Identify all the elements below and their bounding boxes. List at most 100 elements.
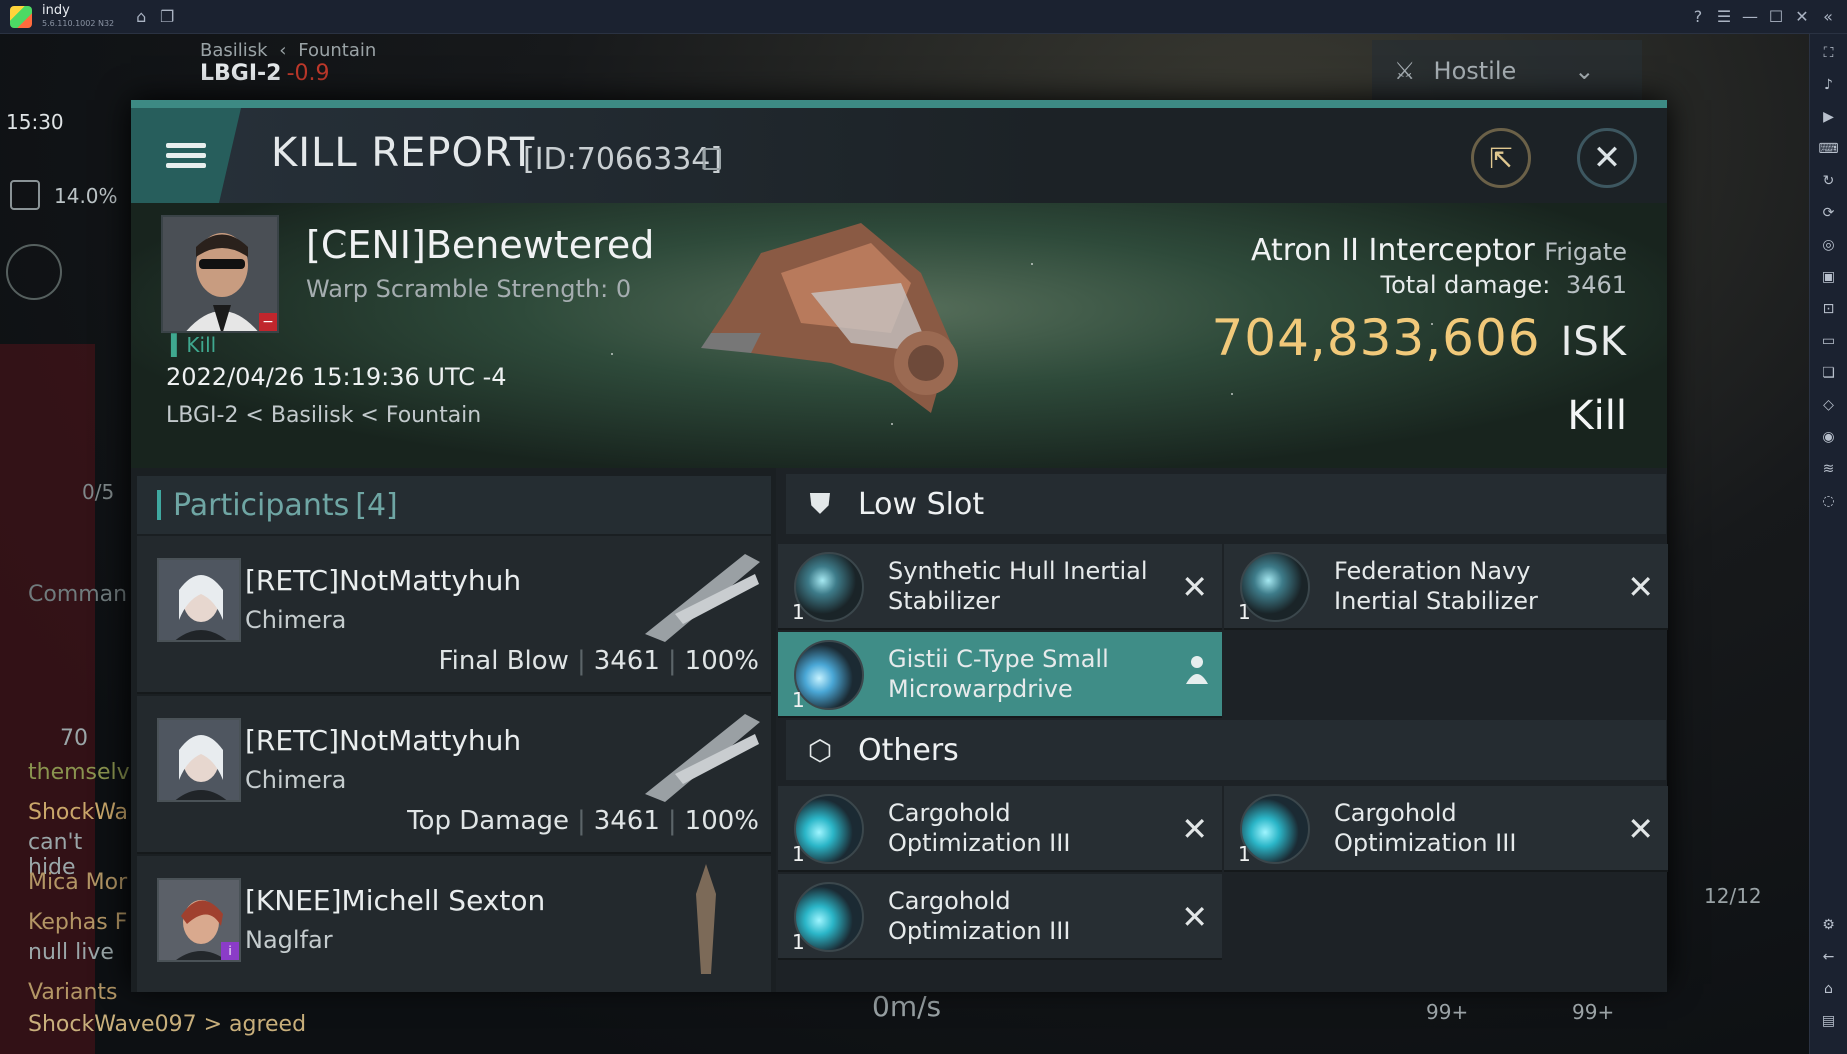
participants-header: Participants [4] [137, 476, 771, 534]
module-item[interactable]: 1 Synthetic Hull Inertial Stabilizer ✕ [778, 544, 1222, 630]
android-home-icon[interactable]: ⌂ [1818, 976, 1840, 1002]
eco-icon[interactable]: ◌ [1818, 488, 1840, 514]
ship-class: Frigate [1544, 238, 1627, 266]
info-badge-icon: i [221, 942, 239, 960]
chat-line: Kephas F [28, 910, 128, 935]
hud-left: 15:30 14.0% 0/5 Comman 70 themselv Shock… [0, 34, 130, 1054]
low-slot-header: ⛊ Low Slot [786, 474, 1666, 534]
module-qty: 1 [1238, 842, 1251, 866]
rotate-icon[interactable]: ⟳ [1818, 200, 1840, 226]
gamepad-icon[interactable]: ◎ [1818, 232, 1840, 258]
help-icon[interactable]: ? [1685, 4, 1711, 30]
maximize-icon[interactable]: ☐ [1763, 4, 1789, 30]
participant-role: Top Damage [407, 806, 569, 836]
cargo-icon[interactable] [10, 180, 40, 210]
participant-ship-image [645, 554, 760, 642]
share-button[interactable]: ⇱ [1471, 128, 1531, 188]
chat-line: 70 [60, 726, 88, 751]
participant-percent: 100% [684, 646, 759, 676]
standing-badge-icon: − [259, 313, 277, 331]
sync-icon[interactable]: ↻ [1818, 168, 1840, 194]
participant-ship: Chimera [245, 766, 347, 794]
menu-button[interactable] [131, 108, 241, 203]
keyboard-icon[interactable]: ⌨ [1818, 136, 1840, 162]
module-name: Cargohold Optimization III [1334, 799, 1517, 857]
multi-window-icon[interactable]: ❐ [154, 4, 180, 30]
eraser-icon[interactable]: ◇ [1818, 392, 1840, 418]
participant-name: [KNEE]Michell Sexton [245, 884, 546, 917]
region-name: Basilisk [200, 40, 268, 61]
participant-row[interactable]: [RETC]NotMattyhuh Chimera Top Damage | 346… [137, 696, 771, 854]
collapse-sidebar-icon[interactable]: « [1815, 4, 1841, 30]
module-item[interactable]: 1 Cargohold Optimization III ✕ [778, 874, 1222, 960]
isk-unit: ISK [1560, 319, 1627, 365]
screenshot-icon[interactable]: ⊡ [1818, 296, 1840, 322]
chat-line: null live [28, 940, 114, 965]
destroyed-icon: ✕ [1627, 568, 1654, 606]
module-item[interactable]: 1 Cargohold Optimization III ✕ [1224, 786, 1668, 872]
ship-type[interactable]: Atron II Interceptor Frigate [1251, 233, 1627, 268]
hamburger-icon [166, 138, 206, 173]
layers-icon[interactable]: ≋ [1818, 456, 1840, 482]
overview-filter-dropdown[interactable]: ⚔ Hostile ⌄ [1372, 40, 1642, 102]
module-badge: 99+ [1572, 1000, 1615, 1024]
slot-count: 0/5 [82, 480, 115, 504]
recents-icon[interactable]: ▤ [1818, 1008, 1840, 1034]
kill-report-header: KILL REPORT [ID:7066334] ⇱ ✕ [131, 108, 1667, 203]
module-item[interactable]: 1 Federation Navy Inertial Stabilizer ✕ [1224, 544, 1668, 630]
minimize-icon[interactable]: — [1737, 4, 1763, 30]
close-button[interactable]: ✕ [1577, 128, 1637, 188]
victim-name[interactable]: [CENI]Benewtered [306, 223, 654, 267]
back-icon[interactable]: ← [1818, 944, 1840, 970]
video-icon[interactable]: ▶ [1818, 104, 1840, 130]
menu-icon[interactable]: ☰ [1711, 4, 1737, 30]
copy-id-icon[interactable] [703, 148, 721, 170]
participant-name: [RETC]NotMattyhuh [245, 564, 522, 597]
participant-row[interactable]: [RETC]NotMattyhuh Chimera Final Blow | 346… [137, 536, 771, 694]
share-icon: ⇱ [1489, 141, 1513, 175]
destroyed-icon: ✕ [1627, 810, 1654, 848]
module-name: Federation Navy Inertial Stabilizer [1334, 557, 1538, 615]
participant-portrait [157, 558, 241, 642]
apk-icon[interactable]: ▣ [1818, 264, 1840, 290]
low-slot-label: Low Slot [858, 486, 985, 522]
kill-location[interactable]: LBGI-2 < Basilisk < Fountain [166, 403, 481, 428]
chat-line: themselv [28, 760, 130, 785]
others-header: ⬡ Others [786, 720, 1666, 780]
location-pin-icon[interactable]: ◉ [1818, 424, 1840, 450]
module-item[interactable]: 1 Cargohold Optimization III ✕ [778, 786, 1222, 872]
isk-value: 704,833,606 ISK [1211, 309, 1627, 367]
folder-icon[interactable]: ▭ [1818, 328, 1840, 354]
participant-row[interactable]: i [KNEE]Michell Sexton Naglfar [137, 856, 771, 992]
fullscreen-icon[interactable]: ⛶ [1818, 40, 1840, 66]
module-item-highlighted[interactable]: 1 Gistii C-Type Small Microwarpdrive [778, 632, 1222, 718]
settings-icon[interactable]: ⚙ [1818, 912, 1840, 938]
participants-panel: Participants [4] [RETC]NotMattyhuh Chime… [131, 468, 776, 992]
home-icon[interactable]: ⌂ [128, 4, 154, 30]
close-window-icon[interactable]: ✕ [1789, 4, 1815, 30]
app-logo [10, 5, 32, 28]
ship-name: Atron II Interceptor [1250, 233, 1535, 268]
kill-report-title: KILL REPORT [271, 130, 536, 176]
kill-tag-label: Kill [186, 333, 217, 357]
copy-icon[interactable]: ❏ [1818, 360, 1840, 386]
module-name: Synthetic Hull Inertial Stabilizer [888, 557, 1148, 615]
fitting-panel: ⛊ Low Slot 1 Synthetic Hull Inertial Sta… [776, 468, 1668, 992]
victim-portrait[interactable]: − [161, 215, 279, 333]
participant-stats: Top Damage | 3461 | 100% [407, 806, 759, 836]
crossed-swords-icon: ⚔ [1394, 57, 1416, 85]
module-qty: 1 [792, 688, 805, 712]
overview-filter-value: Hostile [1433, 57, 1517, 85]
low-slot-icon: ⛊ [809, 487, 831, 520]
close-icon: ✕ [1592, 138, 1622, 178]
participant-ship-image [645, 714, 760, 802]
participant-damage: 3461 [593, 806, 660, 836]
total-damage-label: Total damage: [1380, 271, 1551, 299]
system-info[interactable]: Basilisk ‹ Fountain LBGI-2 -0.9 [200, 40, 376, 86]
participants-count: [4] [355, 487, 398, 523]
app-title: indy 5.6.110.1002 N32 [42, 4, 114, 30]
participants-label: Participants [173, 487, 350, 523]
volume-icon[interactable]: ♪ [1818, 72, 1840, 98]
participant-role: Final Blow [438, 646, 569, 676]
location-icon[interactable] [6, 244, 62, 300]
